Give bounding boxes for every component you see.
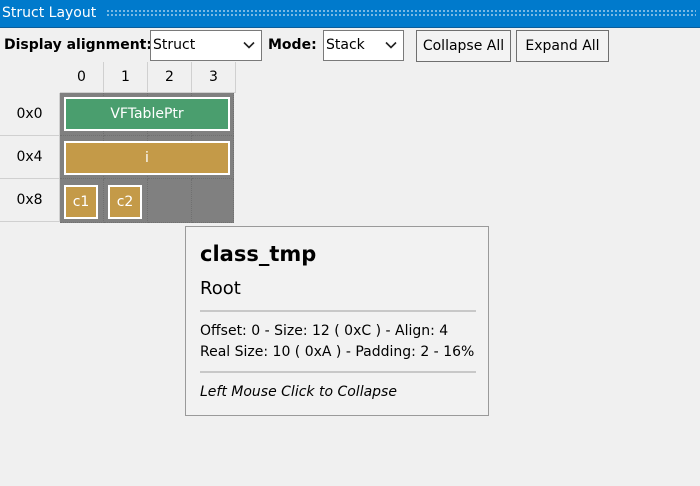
titlebar-grip[interactable]	[106, 9, 696, 18]
tooltip-kind: Root	[200, 278, 241, 299]
field-c2[interactable]: c2	[108, 185, 142, 219]
tooltip-divider	[200, 371, 476, 373]
window-title: Struct Layout	[2, 5, 97, 21]
column-header-1: 1	[104, 62, 148, 93]
mode-select[interactable]: Stack	[323, 30, 404, 61]
display-alignment-label: Display alignment:	[4, 37, 152, 53]
row-header-0x4: 0x4	[0, 136, 60, 179]
tooltip-offset-size-align: Offset: 0 - Size: 12 ( 0xC ) - Align: 4	[200, 323, 449, 339]
field-vftableptr[interactable]: VFTablePtr	[64, 97, 230, 131]
collapse-all-button[interactable]: Collapse All	[416, 30, 511, 62]
display-alignment-value: Struct	[153, 37, 196, 53]
chevron-down-icon	[243, 41, 255, 49]
tooltip-type-name: class_tmp	[200, 242, 317, 266]
window-titlebar: Struct Layout	[0, 0, 700, 28]
row-header-0x8: 0x8	[0, 179, 60, 222]
column-header-0: 0	[60, 62, 104, 93]
tooltip-divider	[200, 310, 476, 312]
grid-cell	[148, 179, 192, 223]
tooltip-hint: Left Mouse Click to Collapse	[200, 384, 397, 400]
expand-all-button[interactable]: Expand All	[516, 30, 609, 62]
mode-value: Stack	[326, 37, 365, 53]
row-header-0x0: 0x0	[0, 93, 60, 136]
field-c1[interactable]: c1	[64, 185, 98, 219]
field-i[interactable]: i	[64, 141, 230, 175]
struct-tooltip: class_tmp Root Offset: 0 - Size: 12 ( 0x…	[185, 226, 489, 416]
layout-grid[interactable]: VFTablePtr i c1 c2	[60, 93, 234, 223]
chevron-down-icon	[385, 41, 397, 49]
column-header-2: 2	[148, 62, 192, 93]
tooltip-real-size-padding: Real Size: 10 ( 0xA ) - Padding: 2 - 16%	[200, 344, 475, 360]
column-header-3: 3	[192, 62, 236, 93]
grid-cell	[192, 179, 234, 223]
mode-label: Mode:	[268, 37, 317, 53]
display-alignment-select[interactable]: Struct	[150, 30, 262, 61]
